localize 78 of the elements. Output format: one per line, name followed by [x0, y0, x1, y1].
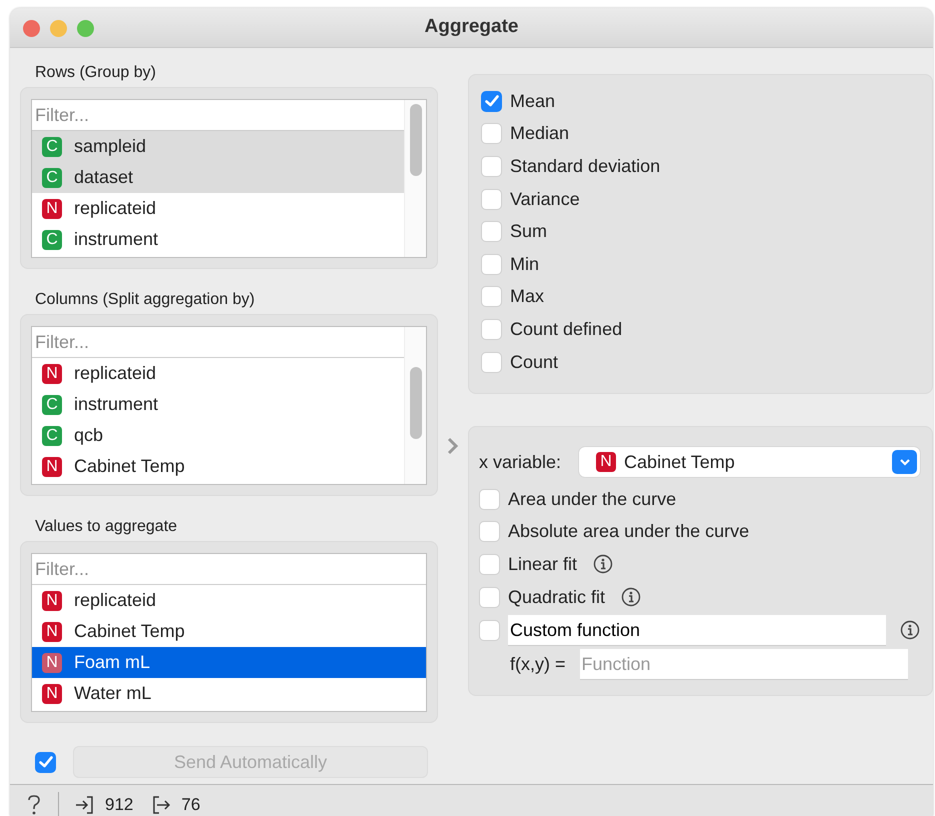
type-badge: C	[42, 230, 62, 250]
output-count: 76	[181, 794, 200, 816]
input-icon	[75, 794, 95, 814]
list-item[interactable]: N replicateid	[32, 585, 426, 616]
type-badge: N	[42, 456, 62, 476]
list-item[interactable]: N Cabinet Temp	[32, 451, 404, 482]
checkbox-label: Area under the curve	[508, 488, 676, 511]
help-icon[interactable]	[26, 794, 42, 816]
list-item[interactable]: N Foam mL	[32, 647, 426, 678]
list-item[interactable]: C qcb	[32, 420, 404, 451]
checkbox[interactable]	[479, 620, 500, 641]
function-field[interactable]: Function	[580, 649, 908, 680]
checkbox-label: Absolute area under the curve	[508, 520, 750, 544]
checkbox-label: Linear fit	[508, 552, 578, 576]
checkbox-label: Sum	[510, 220, 548, 244]
list-item[interactable]: C instrument	[32, 389, 404, 420]
type-badge: N	[596, 452, 616, 472]
type-badge: N	[42, 652, 62, 672]
type-badge: C	[42, 426, 62, 446]
minimize-button[interactable]	[50, 20, 67, 37]
checkbox-label: Min	[510, 252, 540, 276]
checkbox[interactable]	[481, 286, 502, 308]
checkbox[interactable]	[479, 554, 500, 575]
field-label: f(x,y) =	[510, 652, 566, 676]
type-badge: C	[42, 394, 62, 414]
checkbox[interactable]	[481, 352, 502, 373]
type-badge: N	[42, 590, 62, 610]
checkbox[interactable]	[479, 586, 500, 608]
check-icon	[38, 756, 52, 768]
list-item[interactable]: N Cabinet Temp	[32, 616, 426, 647]
chevron-down-icon	[898, 458, 910, 466]
type-badge: N	[42, 198, 62, 218]
checkbox-label: Max	[510, 285, 544, 308]
chevron-icon	[447, 437, 459, 455]
scrollbar[interactable]	[404, 100, 426, 257]
list-item[interactable]: N replicateid	[32, 193, 404, 224]
type-badge: N	[42, 684, 62, 704]
list-item[interactable]: C dataset	[32, 162, 404, 193]
type-badge: N	[42, 364, 62, 384]
checkbox[interactable]	[481, 188, 502, 210]
section-label: Rows (Group by)	[34, 63, 157, 83]
list-item[interactable]: C sampleid	[32, 131, 404, 162]
section-label: Values to aggregate	[34, 517, 178, 537]
info-icon[interactable]	[900, 620, 920, 640]
close-button[interactable]	[23, 20, 40, 37]
checkbox[interactable]	[481, 221, 502, 242]
checkbox-label: Standard deviation	[510, 154, 660, 178]
function-name-field[interactable]: Custom function	[508, 615, 886, 646]
info-icon[interactable]	[593, 554, 614, 574]
checkbox[interactable]	[481, 123, 502, 144]
section-label: Columns (Split aggregation by)	[34, 290, 256, 310]
list-item[interactable]: N Water mL	[32, 678, 426, 709]
check-icon	[484, 95, 498, 108]
list-item[interactable]: N replicateid	[32, 358, 404, 389]
output-icon	[151, 794, 172, 814]
type-badge: C	[42, 168, 62, 188]
checkbox[interactable]	[481, 156, 502, 177]
field-label: x variable:	[479, 450, 562, 474]
checkbox[interactable]	[481, 90, 502, 112]
checkbox-label: Mean	[510, 90, 556, 113]
variable-dropdown[interactable]: N Cabinet Temp	[579, 447, 920, 477]
list-item[interactable]: C instrument	[32, 224, 404, 255]
checkbox-label: Median	[510, 122, 570, 146]
checkbox-label: Count	[510, 350, 558, 374]
checkbox[interactable]	[481, 318, 502, 340]
checkbox[interactable]	[479, 488, 500, 510]
checkbox[interactable]	[479, 521, 500, 542]
zoom-button[interactable]	[77, 20, 94, 37]
window-title: Aggregate	[424, 15, 518, 40]
checkbox[interactable]	[481, 254, 502, 275]
checkbox-label: Variance	[510, 188, 580, 211]
info-icon[interactable]	[621, 587, 642, 608]
type-badge: C	[42, 136, 62, 156]
input-count: 912	[105, 794, 134, 816]
scrollbar[interactable]	[404, 327, 426, 484]
type-badge: N	[42, 622, 62, 642]
checkbox-label: Quadratic fit	[508, 586, 606, 609]
checkbox-label: Count defined	[510, 318, 622, 341]
